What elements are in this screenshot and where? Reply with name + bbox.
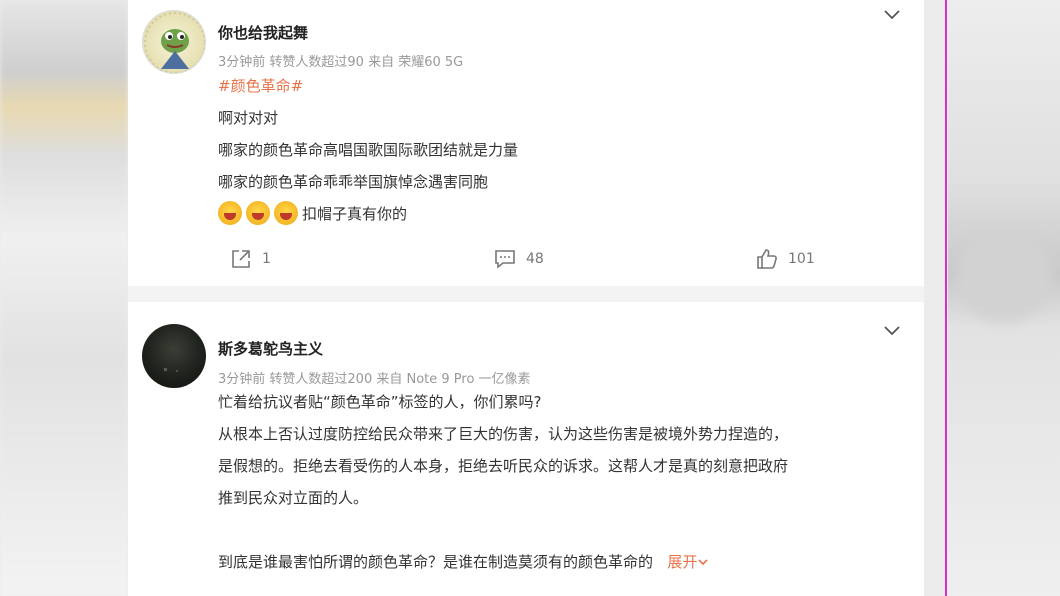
blurred-right-background <box>948 0 1060 596</box>
comment-count: 48 <box>526 251 544 267</box>
like-button[interactable]: 101 <box>756 248 815 270</box>
comment-line: 从根本上否认过度防控给民众带来了巨大的伤害，认为这些伤害是被境外势力捏造的， <box>218 425 789 443</box>
avatar[interactable] <box>142 324 206 388</box>
comment-button[interactable]: 48 <box>494 248 544 270</box>
expand-link[interactable]: 展开 <box>658 553 710 571</box>
username[interactable]: 斯多葛鸵鸟主义 <box>218 338 323 359</box>
comment-line: 是假想的。拒绝去看受伤的人本身，拒绝去听民众的诉求。这帮人才是真的刻意把政府 <box>218 457 789 475</box>
comment-icon <box>495 250 515 269</box>
comment-line: 啊对对对 <box>218 109 279 127</box>
crying-face-icon <box>218 201 242 225</box>
comment-body: #颜色革命# 啊对对对 哪家的颜色革命高唱国歌国际歌团结就是力量 哪家的颜色革命… <box>218 70 518 230</box>
chevron-down-icon[interactable] <box>882 320 902 340</box>
comment-line: 忙着给抗议者贴“颜色革命”标签的人，你们累吗? <box>218 393 542 411</box>
username[interactable]: 你也给我起舞 <box>218 22 308 43</box>
comment-line: 扣帽子真有你的 <box>302 205 408 223</box>
chevron-down-icon[interactable] <box>882 4 902 24</box>
post-meta: 3分钟前 转赞人数超过90 来自 荣耀60 5G <box>218 55 464 70</box>
blurred-left-background <box>0 0 128 596</box>
emoji-line: 扣帽子真有你的 <box>218 198 518 230</box>
comment-line: 推到民众对立面的人。 <box>218 489 369 507</box>
crying-face-icon <box>246 201 270 225</box>
repost-icon <box>232 250 250 268</box>
post-meta: 3分钟前 转赞人数超过200 来自 Note 9 Pro 一亿像素 <box>218 372 531 387</box>
edge-marker-line <box>945 0 947 596</box>
repost-button[interactable]: 1 <box>230 248 271 270</box>
like-count: 101 <box>788 251 815 267</box>
chevron-down-icon <box>698 559 708 566</box>
comment-line-last: 到底是谁最害怕所谓的颜色革命？是谁在制造莫须有的颜色革命的 展开 <box>218 546 788 578</box>
repost-count: 1 <box>262 251 271 267</box>
comment-body: 忙着给抗议者贴“颜色革命”标签的人，你们累吗? 从根本上否认过度防控给民众带来了… <box>218 386 788 578</box>
hashtag-link[interactable]: #颜色革命# <box>218 70 518 102</box>
comment-card: 你也给我起舞 3分钟前 转赞人数超过90 来自 荣耀60 5G #颜色革命# 啊… <box>128 0 924 286</box>
comment-line: 哪家的颜色革命高唱国歌国际歌团结就是力量 <box>218 141 519 159</box>
comment-feed: 你也给我起舞 3分钟前 转赞人数超过90 来自 荣耀60 5G #颜色革命# 啊… <box>128 0 924 596</box>
expand-label: 展开 <box>667 553 698 571</box>
thumbs-up-icon <box>757 249 777 269</box>
comment-line: 到底是谁最害怕所谓的颜色革命？是谁在制造莫须有的颜色革命的 <box>218 553 654 571</box>
comment-line: 哪家的颜色革命乖乖举国旗悼念遇害同胞 <box>218 173 489 191</box>
crying-face-icon <box>274 201 298 225</box>
comment-card: 斯多葛鸵鸟主义 3分钟前 转赞人数超过200 来自 Note 9 Pro 一亿像… <box>128 302 924 596</box>
avatar[interactable] <box>142 10 206 74</box>
